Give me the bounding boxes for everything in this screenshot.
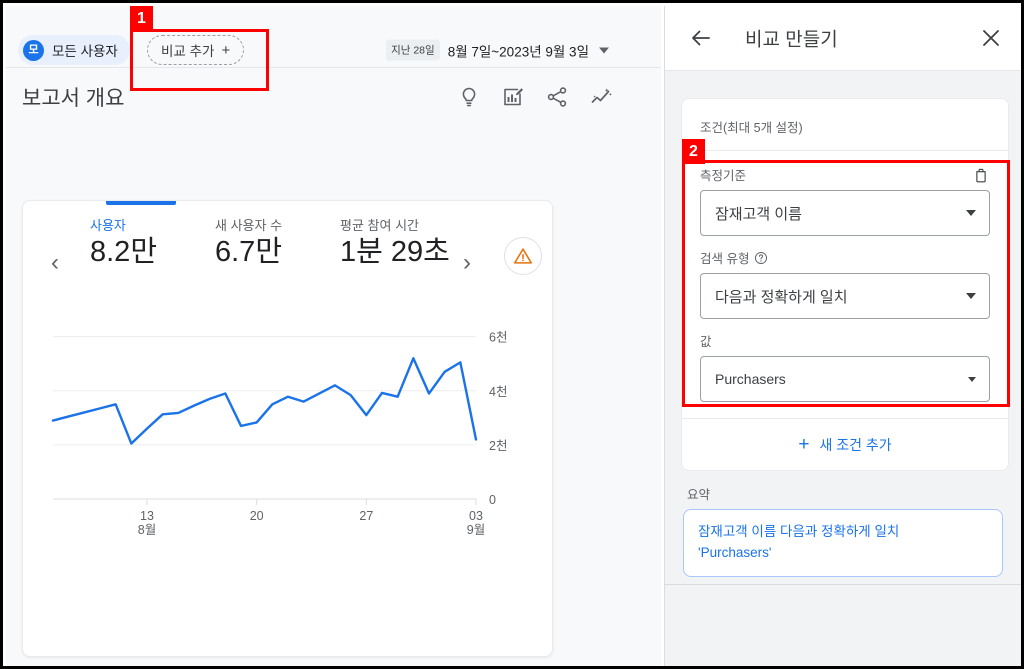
value-label: 값 [700, 335, 712, 349]
metrics-row: ‹ 사용자 8.2만 새 사용자 수 6.7만 평균 참여 시간 1분 29초 … [23, 209, 552, 289]
svg-text:0: 0 [489, 493, 496, 507]
report-header: 보고서 개요 [6, 68, 661, 126]
chevron-down-icon [966, 210, 976, 216]
chevron-down-icon [599, 47, 609, 53]
svg-text:13: 13 [140, 509, 154, 523]
panel-header: 비교 만들기 [665, 6, 1021, 71]
page-title: 보고서 개요 [22, 87, 125, 110]
dimension-label: 측정기준 [700, 169, 747, 183]
users-line-chart[interactable]: 6천 4천 2천 0 13 8월 20 27 03 9월 [23, 297, 552, 557]
report-overview-card: ‹ 사용자 8.2만 새 사용자 수 6.7만 평균 참여 시간 1분 29초 … [22, 200, 553, 657]
app-window: 모 모든 사용자 비교 추가 + 지난 28일 8월 7일~2023년 9월 3… [0, 0, 1024, 669]
annotation-badge-2: 2 [682, 139, 705, 164]
match-type-value: 다음과 정확하게 일치 [715, 288, 848, 306]
dimension-select[interactable]: 잠재고객 이름 [700, 190, 990, 236]
all-users-label: 모든 사용자 [52, 44, 118, 59]
value-select[interactable]: Purchasers [700, 356, 990, 402]
panel-title: 비교 만들기 [745, 29, 838, 51]
plus-icon: + [221, 41, 231, 59]
summary-label: 요약 [687, 488, 711, 502]
lightbulb-icon[interactable] [457, 85, 481, 109]
warning-triangle-icon[interactable] [504, 237, 542, 275]
svg-text:20: 20 [250, 509, 264, 523]
match-type-label-row: 검색 유형 [700, 248, 990, 267]
match-type-select[interactable]: 다음과 정확하게 일치 [700, 273, 990, 319]
summary-chip[interactable]: 잠재고객 이름 다음과 정확하게 일치 'Purchasers' [683, 509, 1003, 577]
summary-line-1: 잠재고객 이름 다음과 정확하게 일치 [698, 524, 900, 539]
svg-text:03: 03 [469, 509, 483, 523]
condition-block: 측정기준 잠재고객 이름 검색 유형 다음과 정확하게 일치 값 Purchas… [682, 150, 1008, 418]
metric-label: 평균 참여 시간 [340, 218, 419, 233]
svg-text:4천: 4천 [489, 384, 507, 399]
value-label-row: 값 [700, 331, 990, 350]
edit-chart-icon[interactable] [501, 85, 525, 109]
conditions-card: 조건(최대 5개 설정) 측정기준 잠재고객 이름 검색 유형 다음과 정확하게… [681, 98, 1009, 471]
share-icon[interactable] [545, 85, 569, 109]
svg-text:27: 27 [359, 509, 373, 523]
add-condition-label: 새 조건 추가 [819, 436, 892, 453]
chevron-down-icon [966, 293, 976, 299]
add-comparison-chip[interactable]: 비교 추가 + [147, 35, 245, 65]
add-comparison-label: 비교 추가 [161, 44, 215, 59]
help-circle-icon[interactable] [754, 251, 768, 265]
svg-text:8월: 8월 [138, 523, 156, 537]
metric-card-avg-engagement-time[interactable]: 평균 참여 시간 1분 29초 [340, 215, 460, 269]
svg-text:6천: 6천 [489, 330, 507, 345]
dimension-value: 잠재고객 이름 [715, 205, 802, 223]
arrow-left-icon[interactable] [689, 26, 713, 50]
close-icon[interactable] [979, 26, 1003, 50]
dimension-label-row: 측정기준 [700, 165, 990, 184]
value-text: Purchasers [715, 371, 786, 387]
metric-label: 사용자 [90, 218, 126, 233]
active-metric-indicator [106, 201, 176, 205]
summary-line-2: 'Purchasers' [698, 544, 772, 560]
metric-value: 1분 29초 [340, 236, 450, 268]
plus-icon: + [798, 434, 810, 455]
chevron-down-icon [968, 376, 976, 382]
comparison-builder-panel: 비교 만들기 조건(최대 5개 설정) 측정기준 잠재고객 이름 검색 유형 다… [664, 6, 1021, 666]
date-range-badge: 지난 28일 [386, 39, 440, 61]
metric-label: 새 사용자 수 [215, 218, 283, 233]
report-toolbar [457, 85, 613, 109]
trend-sparkle-icon[interactable] [589, 85, 613, 109]
metric-card-new-users[interactable]: 새 사용자 수 6.7만 [215, 215, 282, 269]
metric-card-users[interactable]: 사용자 8.2만 [90, 215, 157, 269]
match-type-label: 검색 유형 [700, 248, 768, 267]
metric-value: 6.7만 [215, 236, 282, 268]
metrics-prev-arrow[interactable]: ‹ [51, 251, 59, 275]
annotation-badge-1: 1 [130, 6, 153, 31]
svg-text:2천: 2천 [489, 438, 507, 453]
report-panel: 모 모든 사용자 비교 추가 + 지난 28일 8월 7일~2023년 9월 3… [6, 6, 661, 666]
panel-divider [665, 584, 1021, 585]
date-range-text: 8월 7일~2023년 9월 3일 [447, 44, 589, 59]
top-bar: 모 모든 사용자 비교 추가 + 지난 28일 8월 7일~2023년 9월 3… [6, 6, 661, 68]
avatar: 모 [23, 39, 44, 61]
all-users-chip[interactable]: 모 모든 사용자 [18, 35, 130, 65]
svg-text:9월: 9월 [467, 523, 485, 537]
trash-icon[interactable] [972, 166, 990, 184]
conditions-title: 조건(최대 5개 설정) [700, 121, 803, 135]
match-type-label-text: 검색 유형 [700, 252, 750, 266]
metrics-next-arrow[interactable]: › [463, 251, 471, 275]
metric-value: 8.2만 [90, 236, 157, 268]
add-condition-button[interactable]: + 새 조건 추가 [682, 418, 1008, 470]
chart-svg: 6천 4천 2천 0 138월 20 27 039월 [51, 330, 507, 537]
date-range-selector[interactable]: 지난 28일 8월 7일~2023년 9월 3일 [386, 39, 609, 61]
